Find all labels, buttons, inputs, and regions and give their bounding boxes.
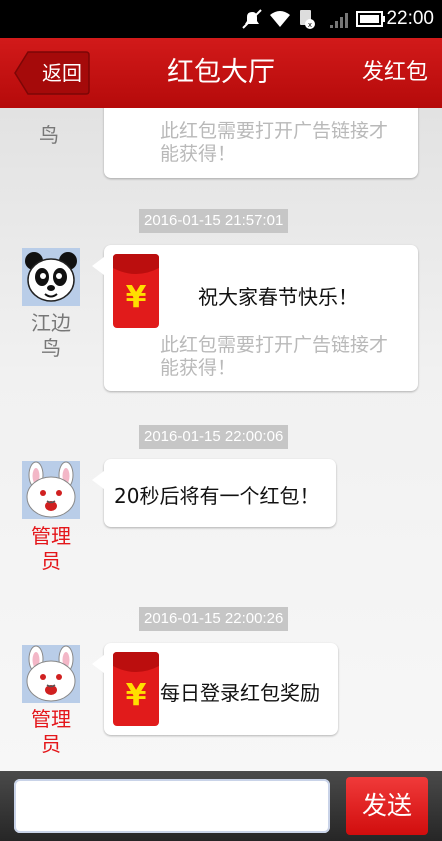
sender-name-line1: 江边 [31,311,71,335]
send-red-packet-button[interactable]: 发红包 [362,38,428,108]
svg-text:x: x [308,21,312,29]
sender-name-line1: 管理 [31,524,71,548]
red-packet-bubble[interactable]: 祝大家春节快乐！ 此红包需要打开广告链接才能获得！ [92,245,418,391]
chat-list[interactable]: 鸟 此红包需要打开广告链接才能获得！ 2016-01-15 21:57:01 江… [0,108,442,771]
red-packet-bubble[interactable]: 此红包需要打开广告链接才能获得！ [104,108,418,178]
red-packet-note: 此红包需要打开广告链接才能获得！ [160,334,389,379]
battery-icon [356,11,385,27]
wifi-icon [270,11,290,27]
sender-name-line1: 管理 [31,707,71,731]
sender-name-line2: 员 [41,732,61,756]
text-message-bubble[interactable]: 20秒后将有一个红包！ [92,459,336,527]
timestamp: 2016-01-15 21:57:01 [139,209,289,233]
sender-name: 江边 鸟 [22,311,80,361]
timestamp: 2016-01-15 22:00:26 [139,607,289,631]
admin-name: 管理 员 [22,707,80,757]
sender-name: 鸟 [39,123,59,147]
admin-name: 管理 员 [22,524,80,574]
red-packet-greeting: 祝大家春节快乐！ [198,285,358,309]
message-composer: 发送 [0,771,442,841]
rabbit-avatar[interactable] [22,645,80,703]
notifications-off-icon [242,9,262,29]
page-title: 红包大厅 [167,57,275,88]
timestamp: 2016-01-15 22:00:06 [139,425,289,449]
back-button[interactable]: 返回 [14,51,90,95]
send-button[interactable]: 发送 [346,777,428,835]
status-time: 22:00 [386,8,434,29]
message-input[interactable] [14,779,330,833]
panda-avatar[interactable] [22,248,80,306]
red-packet-greeting: 每日登录红包奖励 [160,681,320,705]
rabbit-avatar[interactable] [22,461,80,519]
sender-name-line2: 鸟 [41,336,61,360]
red-envelope-icon [113,652,159,726]
message-text: 20秒后将有一个红包！ [114,484,320,508]
red-packet-note: 此红包需要打开广告链接才能获得！ [160,120,389,165]
sender-name-line2: 员 [41,549,61,573]
status-bar: x 22:00 [0,0,442,38]
red-envelope-icon [113,254,159,328]
sim-icon: x [300,10,315,29]
signal-icon [330,13,348,28]
title-bar: 返回 红包大厅 发红包 [0,38,442,108]
back-label: 返回 [42,61,82,85]
red-packet-bubble[interactable]: 每日登录红包奖励 [92,643,338,735]
